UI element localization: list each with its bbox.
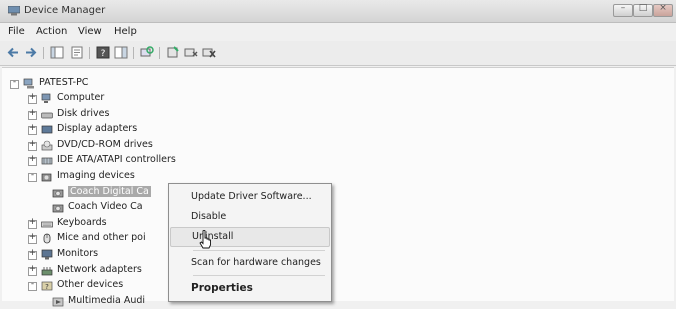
close-button[interactable]: ×: [653, 3, 673, 17]
expand-toggle[interactable]: +: [28, 108, 37, 120]
tree-item-label: Network adapters: [57, 264, 142, 275]
tree-item-label: IDE ATA/ATAPI controllers: [57, 154, 176, 165]
menu-item-scan-hardware[interactable]: Scan for hardware changes: [170, 254, 328, 272]
tree-item-label: Computer: [57, 92, 105, 103]
menu-item-label: Disable: [191, 211, 227, 222]
other-devices-icon: ?: [41, 281, 53, 291]
menu-item-uninstall[interactable]: Uninstall: [170, 227, 330, 247]
action-pane-icon[interactable]: [114, 46, 128, 59]
dvd-drive-icon: [41, 140, 53, 151]
scan-hardware-icon[interactable]: [140, 46, 154, 59]
context-menu: Update Driver Software... Disable Uninst…: [168, 183, 332, 302]
toolbar-separator: [43, 47, 44, 59]
camera-icon: [52, 189, 64, 198]
network-adapter-icon: [41, 267, 53, 276]
help-icon[interactable]: ?: [96, 46, 110, 59]
toolbar-separator: [159, 47, 160, 59]
svg-text:?: ?: [45, 283, 49, 291]
toolbar: ?: [0, 41, 676, 66]
tree-category-item[interactable]: + DVD/CD-ROM drives: [28, 139, 198, 153]
expand-toggle[interactable]: +: [28, 139, 37, 151]
menu-bar: File Action View Help: [0, 23, 676, 41]
disk-drive-icon: [41, 112, 53, 119]
minimize-button[interactable]: –: [613, 3, 633, 17]
tree-item-label: Display adapters: [57, 123, 138, 134]
menu-separator: [193, 250, 325, 251]
expand-toggle[interactable]: -: [28, 170, 37, 182]
expand-toggle[interactable]: +: [28, 264, 37, 276]
ide-controller-icon: [41, 157, 53, 165]
tree-item-label: Coach Digital Ca: [68, 186, 151, 197]
uninstall-device-icon[interactable]: [202, 46, 216, 59]
tree-root-label: PATEST-PC: [39, 77, 89, 88]
expand-toggle[interactable]: +: [28, 92, 37, 104]
svg-text:?: ?: [101, 49, 106, 59]
menu-item-disable[interactable]: Disable: [170, 208, 328, 226]
menu-item-properties[interactable]: Properties: [170, 279, 328, 297]
menu-item-update-driver[interactable]: Update Driver Software...: [170, 188, 328, 206]
tree-item-label: Disk drives: [57, 108, 110, 119]
tree-category-item[interactable]: - Imaging devices: [28, 170, 198, 184]
device-tree: - PATEST-PC + Computer + Disk drives + Displa…: [2, 67, 674, 307]
multimedia-icon: [52, 297, 64, 307]
expand-toggle[interactable]: +: [28, 123, 37, 135]
tree-item-label: Imaging devices: [57, 170, 135, 181]
tree-category-item[interactable]: + Disk drives: [28, 108, 198, 122]
menu-item-label: Scan for hardware changes: [191, 257, 321, 268]
computer-icon: [41, 93, 51, 103]
tree-item-label: Other devices: [57, 279, 124, 290]
tree-item-label: Mice and other poi: [57, 232, 146, 243]
expand-toggle[interactable]: +: [28, 248, 37, 260]
keyboard-icon: [41, 221, 53, 228]
menu-action[interactable]: Action: [36, 26, 67, 37]
menu-file[interactable]: File: [8, 26, 25, 37]
tree-category-item[interactable]: + Computer: [28, 92, 198, 106]
imaging-device-icon: [41, 173, 52, 182]
back-arrow-icon[interactable]: [6, 46, 20, 59]
expand-toggle[interactable]: +: [28, 232, 37, 244]
disable-device-icon[interactable]: [184, 46, 198, 59]
tree-item-label: Keyboards: [57, 217, 107, 228]
tree-item-label: Multimedia Audi: [68, 295, 146, 306]
toolbar-separator: [133, 47, 134, 59]
menu-item-label: Properties: [191, 282, 253, 294]
expand-toggle[interactable]: +: [28, 217, 37, 229]
tree-category-item[interactable]: + Display adapters: [28, 123, 198, 137]
mouse-icon: [43, 233, 51, 244]
display-adapter-icon: [41, 125, 53, 134]
device-manager-icon: [8, 6, 20, 16]
monitor-icon: [41, 249, 53, 260]
mouse-pointer-icon: [199, 230, 211, 249]
menu-item-label: Update Driver Software...: [191, 191, 312, 202]
tree-item-label: Coach Video Ca: [68, 201, 143, 212]
tree-category-item[interactable]: + IDE ATA/ATAPI controllers: [28, 154, 198, 168]
forward-arrow-icon[interactable]: [24, 46, 38, 59]
tree-item-label: DVD/CD-ROM drives: [57, 139, 153, 150]
window-title: Device Manager: [24, 5, 106, 16]
expand-toggle[interactable]: -: [28, 279, 37, 291]
tree-item-label: Monitors: [57, 248, 99, 259]
title-bar: Device Manager – □ ×: [0, 0, 676, 23]
menu-help[interactable]: Help: [114, 26, 137, 37]
computer-root-icon: [23, 78, 34, 89]
properties-sheet-icon[interactable]: [70, 46, 84, 59]
menu-view[interactable]: View: [78, 26, 102, 37]
camera-icon: [52, 204, 64, 213]
toolbar-separator: [89, 47, 90, 59]
collapse-toggle[interactable]: -: [10, 77, 19, 89]
expand-toggle[interactable]: +: [28, 154, 37, 166]
maximize-button[interactable]: □: [633, 3, 653, 17]
update-driver-icon[interactable]: [166, 46, 180, 59]
show-hide-console-tree-icon[interactable]: [50, 46, 64, 59]
menu-separator: [193, 275, 325, 276]
tree-root[interactable]: - PATEST-PC: [10, 77, 170, 91]
